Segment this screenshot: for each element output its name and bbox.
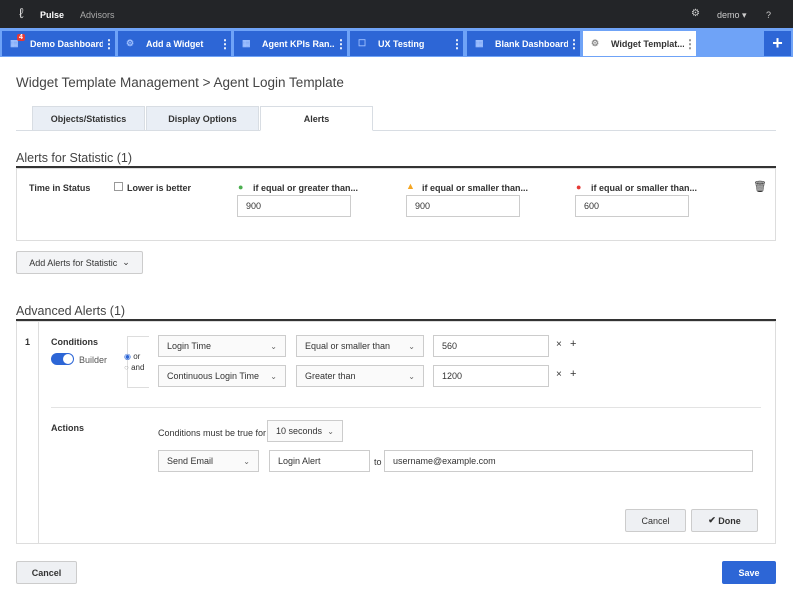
brand-pulse[interactable]: Pulse [40,10,64,20]
notification-badge: 4 [17,34,25,41]
action-type-select[interactable]: Send Email ⌄ [158,450,259,472]
advanced-alert-box: 1 Conditions Builder ◉ or ○ and Login Ti… [16,321,776,544]
remove-condition-icon[interactable]: × [556,369,562,380]
divider [51,407,761,408]
gear-icon: ⚙ [591,38,600,48]
remove-condition-icon[interactable]: × [556,339,562,350]
save-button[interactable]: Save [722,561,776,584]
lower-is-better-label: Lower is better [127,183,192,193]
or-radio[interactable]: ◉ or [124,352,140,361]
tab-add-a-widget[interactable]: ⚙ Add a Widget ⋮ [118,31,231,56]
tab-menu-icon[interactable]: ⋮ [103,37,115,51]
tab-demo-dashboard[interactable]: ▦ 4 Demo Dashboard ⋮ [2,31,115,56]
add-alerts-button[interactable]: Add Alerts for Statistic ⌄ [16,251,143,274]
check-circle-icon: ● [238,182,244,192]
tab-objects-statistics[interactable]: Objects/Statistics [32,106,145,131]
actions-label: Actions [51,423,85,433]
tab-menu-icon[interactable]: ⋮ [684,37,696,51]
threshold-label: if equal or smaller than... [422,183,529,193]
builder-label: Builder [79,355,108,365]
warning-icon: ▲ [406,181,415,191]
cancel-alert-button[interactable]: Cancel [625,509,686,532]
tab-menu-icon[interactable]: ⋮ [568,37,580,51]
check-icon: ✔ [708,515,716,525]
advisors-link[interactable]: Advisors [80,10,115,20]
grid-icon: ▦ [242,38,251,48]
statistic-alert-box: Time in Status Lower is better ● if equa… [16,168,776,241]
tab-menu-icon[interactable]: ⋮ [219,37,231,51]
condition-operator-select[interactable]: Equal or smaller than ⌄ [296,335,424,357]
done-button[interactable]: ✔ Done [691,509,758,532]
chevron-down-icon: ⌄ [408,371,415,381]
cancel-button[interactable]: Cancel [16,561,77,584]
builder-toggle[interactable] [51,353,74,365]
and-radio[interactable]: ○ and [124,363,144,372]
duration-select[interactable]: 10 seconds ⌄ [267,420,343,442]
tab-display-options[interactable]: Display Options [146,106,259,131]
divider [38,322,39,543]
trash-icon[interactable]: 🗑 [753,180,767,193]
advanced-alerts-heading: Advanced Alerts (1) [16,304,126,318]
gear-icon: ⚙ [126,38,135,48]
chevron-down-icon: ⌄ [408,341,415,351]
alerts-heading: Alerts for Statistic (1) [16,151,132,165]
tab-menu-icon[interactable]: ⋮ [335,37,347,51]
tab-menu-icon[interactable]: ⋮ [451,37,463,51]
square-icon: ☐ [358,38,367,48]
help-button[interactable]: ? [766,10,771,20]
grid-icon: ▦ [475,38,484,48]
email-subject-input[interactable]: Login Alert [269,450,370,472]
conditions-label: Conditions [51,337,98,347]
chevron-down-icon: ⌄ [270,341,277,351]
threshold-label: if equal or greater than... [253,183,359,193]
error-icon: ● [576,182,582,192]
condition-statistic-select[interactable]: Login Time ⌄ [158,335,286,357]
to-label: to [374,457,382,467]
chevron-down-icon: ⌄ [243,456,250,466]
condition-statistic-select[interactable]: Continuous Login Time ⌄ [158,365,286,387]
threshold-red-input[interactable]: 600 [575,195,689,217]
logic-group [127,336,149,388]
add-condition-icon[interactable]: + [570,338,576,350]
chevron-down-icon: ⌄ [327,426,334,436]
dashboard-tab-bar: ▦ 4 Demo Dashboard ⋮ ⚙ Add a Widget ⋮ ▦ Agent … [0,28,793,57]
threshold-yellow-input[interactable]: 900 [406,195,520,217]
email-recipient-input[interactable]: username@example.com [384,450,753,472]
genesys-logo-icon: ℓ [19,5,24,21]
condition-operator-select[interactable]: Greater than ⌄ [296,365,424,387]
breadcrumb: Widget Template Management > Agent Login… [16,75,344,90]
tab-ux-testing[interactable]: ☐ UX Testing ⋮ [350,31,463,56]
add-tab-button[interactable]: + [764,31,791,56]
user-menu[interactable]: demo ▾ [717,10,747,21]
alert-index: 1 [25,337,31,347]
statistic-name: Time in Status [29,183,91,193]
tab-blank-dashboard[interactable]: ▦ Blank Dashboard ⋮ [467,31,580,56]
condition-value-input[interactable]: 560 [433,335,549,357]
threshold-green-input[interactable]: 900 [237,195,351,217]
tab-agent-kpis[interactable]: ▦ Agent KPIs Ran... ⋮ [234,31,347,56]
chevron-down-icon: ⌄ [270,371,277,381]
tab-alerts[interactable]: Alerts [260,106,373,131]
condition-value-input[interactable]: 1200 [433,365,549,387]
add-condition-icon[interactable]: + [570,368,576,380]
gear-icon[interactable]: ⚙ [691,8,700,19]
top-bar: ℓ Pulse Advisors ⚙ demo ▾ ? [0,0,793,28]
tab-widget-template[interactable]: ⚙ Widget Templat... ⋮ [583,31,696,56]
threshold-label: if equal or smaller than... [591,183,698,193]
lower-is-better-checkbox[interactable] [114,182,123,191]
must-be-true-label: Conditions must be true for [158,428,267,438]
